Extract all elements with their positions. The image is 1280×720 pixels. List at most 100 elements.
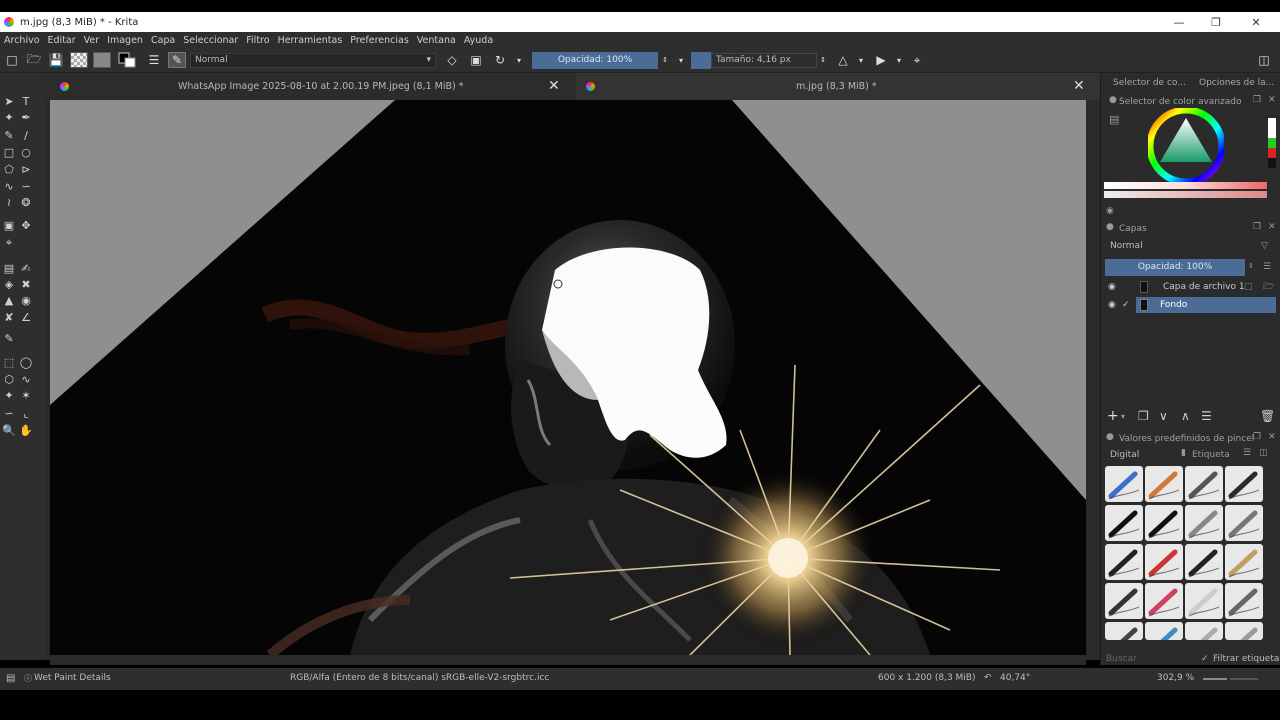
assistant-tool-icon[interactable]: ✘ (2, 311, 16, 325)
duplicate-layer-icon[interactable]: ❐ (1138, 409, 1149, 423)
mirror-horizontal-icon[interactable]: △ (834, 52, 852, 68)
layer-row[interactable]: ◉ Capa de archivo 1 □ 🗁 (1106, 279, 1276, 295)
menu-herramientas[interactable]: Herramientas (278, 35, 343, 46)
brush-preset-item[interactable] (1185, 583, 1223, 619)
delete-layer-icon[interactable]: 🗑 (1260, 409, 1275, 423)
eraser-icon[interactable]: ◇ (444, 52, 460, 68)
text-tool-icon[interactable]: T (19, 95, 33, 109)
fg-bg-colors-icon[interactable] (118, 52, 136, 68)
color-settings-icon[interactable]: ▤ (1109, 113, 1119, 126)
layer-properties-icon[interactable]: ☰ (1201, 409, 1212, 423)
polygon-tool-icon[interactable]: ⬠ (2, 163, 16, 177)
chevron-down-icon[interactable]: ▾ (514, 52, 524, 68)
zoom-label[interactable]: 302,9 % (1157, 673, 1194, 683)
brush-preset-item[interactable] (1225, 583, 1263, 619)
crop-icon[interactable]: ⌖ (908, 52, 926, 68)
brush-preset-item[interactable] (1105, 466, 1143, 502)
smart-patch-icon[interactable]: ◈ (2, 278, 16, 292)
rect-select-icon[interactable]: ⬚ (2, 356, 16, 370)
bezier-tool-icon[interactable]: ∿ (2, 180, 16, 194)
minimize-icon[interactable]: — (1160, 12, 1198, 32)
close-icon[interactable]: ✕ (1237, 12, 1275, 32)
eye-icon[interactable]: ◉ (1108, 279, 1116, 295)
move-tool-icon[interactable]: ✥ (19, 219, 33, 233)
ellipse-tool-icon[interactable]: ○ (19, 146, 33, 160)
menu-ver[interactable]: Ver (84, 35, 100, 46)
color-space-label[interactable]: RGB/Alfa (Entero de 8 bits/canal) sRGB-e… (290, 673, 549, 683)
menu-seleccionar[interactable]: Seleccionar (183, 35, 238, 46)
brush-preset-item[interactable] (1185, 505, 1223, 541)
filter-icon[interactable]: ▽ (1261, 241, 1268, 251)
freehand-brush-icon[interactable]: ✎ (2, 129, 16, 143)
tab-tool-options[interactable]: Opciones de la... (1199, 78, 1274, 88)
rectangle-tool-icon[interactable]: □ (2, 146, 16, 160)
zoom-slider[interactable] (1203, 678, 1227, 680)
size-slider-fill[interactable] (691, 52, 711, 69)
brush-preset-icon[interactable]: ✎ (168, 52, 186, 68)
brush-preset-item[interactable] (1225, 544, 1263, 580)
blend-mode-select[interactable]: Normal ▾ (190, 53, 436, 68)
spin-arrows-icon[interactable]: ⇕ (1248, 262, 1254, 270)
magnetic-select-icon[interactable]: ⌞ (19, 407, 33, 421)
pattern-swatch-icon[interactable] (93, 52, 111, 68)
layer-opacity-slider[interactable]: Opacidad: 100% (1105, 259, 1245, 276)
select-shape-icon[interactable]: ➤ (2, 95, 16, 109)
move-down-icon[interactable]: ∨ (1159, 409, 1168, 423)
horizontal-scrollbar[interactable] (50, 655, 1086, 665)
rotation-label[interactable]: 40,74° (1000, 673, 1030, 683)
contiguous-select-icon[interactable]: ✦ (2, 389, 16, 403)
spin-arrows-icon[interactable]: ⇕ (660, 52, 670, 68)
menu-imagen[interactable]: Imagen (107, 35, 143, 46)
add-layer-icon[interactable]: + (1107, 408, 1119, 424)
float-docker-icon[interactable]: ❐ (1253, 222, 1261, 232)
brush-preset-item[interactable] (1185, 466, 1223, 502)
canvas[interactable] (50, 100, 1086, 655)
menu-ayuda[interactable]: Ayuda (464, 35, 493, 46)
color-picker-icon[interactable]: ✍ (19, 262, 33, 276)
chevron-down-icon[interactable]: ▾ (894, 52, 904, 68)
line-tool-icon[interactable]: ∕ (19, 129, 33, 143)
color-history-strip[interactable] (1268, 118, 1276, 168)
color-wheel[interactable] (1148, 108, 1224, 184)
ellipse-select-icon[interactable]: ◯ (19, 356, 33, 370)
docker-lock-icon[interactable]: ● (1109, 95, 1117, 105)
workspace-icon[interactable]: ◫ (1256, 52, 1272, 68)
brush-preset-item[interactable] (1145, 583, 1183, 619)
menu-filtro[interactable]: Filtro (246, 35, 269, 46)
layer-props-icon[interactable]: □ (1244, 279, 1253, 295)
layer-row-active[interactable]: ◉ ✓ Fondo (1106, 297, 1276, 313)
brush-preset-item[interactable] (1185, 622, 1223, 640)
tab-color-selector[interactable]: Selector de co... (1113, 78, 1186, 88)
save-icon[interactable]: 💾 (48, 52, 64, 68)
pattern-fill-icon[interactable]: ◉ (19, 294, 33, 308)
open-document-icon[interactable]: 🗁 (26, 52, 42, 68)
gradient-swatch-icon[interactable] (70, 52, 88, 68)
layer-blend-select[interactable]: Normal (1105, 239, 1249, 254)
crop-tool-icon[interactable]: ⌖ (2, 236, 16, 250)
menu-archivo[interactable]: Archivo (4, 35, 40, 46)
color-options-icon[interactable]: ◉ (1106, 206, 1114, 216)
tag-icon[interactable]: ▮ (1181, 448, 1186, 458)
document-tab[interactable]: WhatsApp Image 2025-08-10 at 2.00.19 PM.… (46, 73, 576, 100)
brush-search-input[interactable]: Buscar (1106, 654, 1137, 664)
close-docker-icon[interactable]: ✕ (1268, 95, 1276, 105)
folder-icon[interactable]: 🗁 (1263, 279, 1274, 295)
calligraphy-icon[interactable]: ✒ (19, 111, 33, 125)
similar-select-icon[interactable]: ✶ (19, 389, 33, 403)
menu-preferencias[interactable]: Preferencias (350, 35, 409, 46)
opacity-slider[interactable]: Opacidad: 100% (532, 52, 658, 69)
menu-capa[interactable]: Capa (151, 35, 175, 46)
check-icon[interactable]: ✓ (1122, 297, 1130, 313)
view-mode-icon[interactable]: ☰ (1243, 448, 1251, 458)
freehand-select-icon[interactable]: ∿ (19, 373, 33, 387)
dynamic-brush-icon[interactable]: ≀ (2, 196, 16, 210)
chevron-down-icon[interactable]: ▾ (856, 52, 866, 68)
brush-preset-item[interactable] (1225, 622, 1263, 640)
brush-preset-item[interactable] (1145, 544, 1183, 580)
document-tab-active[interactable]: m.jpg (8,3 MiB) * ✕ (576, 73, 1100, 100)
zoom-tool-icon[interactable]: 🔍 (2, 424, 16, 438)
reload-preset-icon[interactable]: ↻ (492, 52, 508, 68)
brush-preset-item[interactable] (1105, 622, 1143, 640)
lightness-slider[interactable] (1104, 191, 1267, 198)
brush-preset-item[interactable] (1105, 583, 1143, 619)
